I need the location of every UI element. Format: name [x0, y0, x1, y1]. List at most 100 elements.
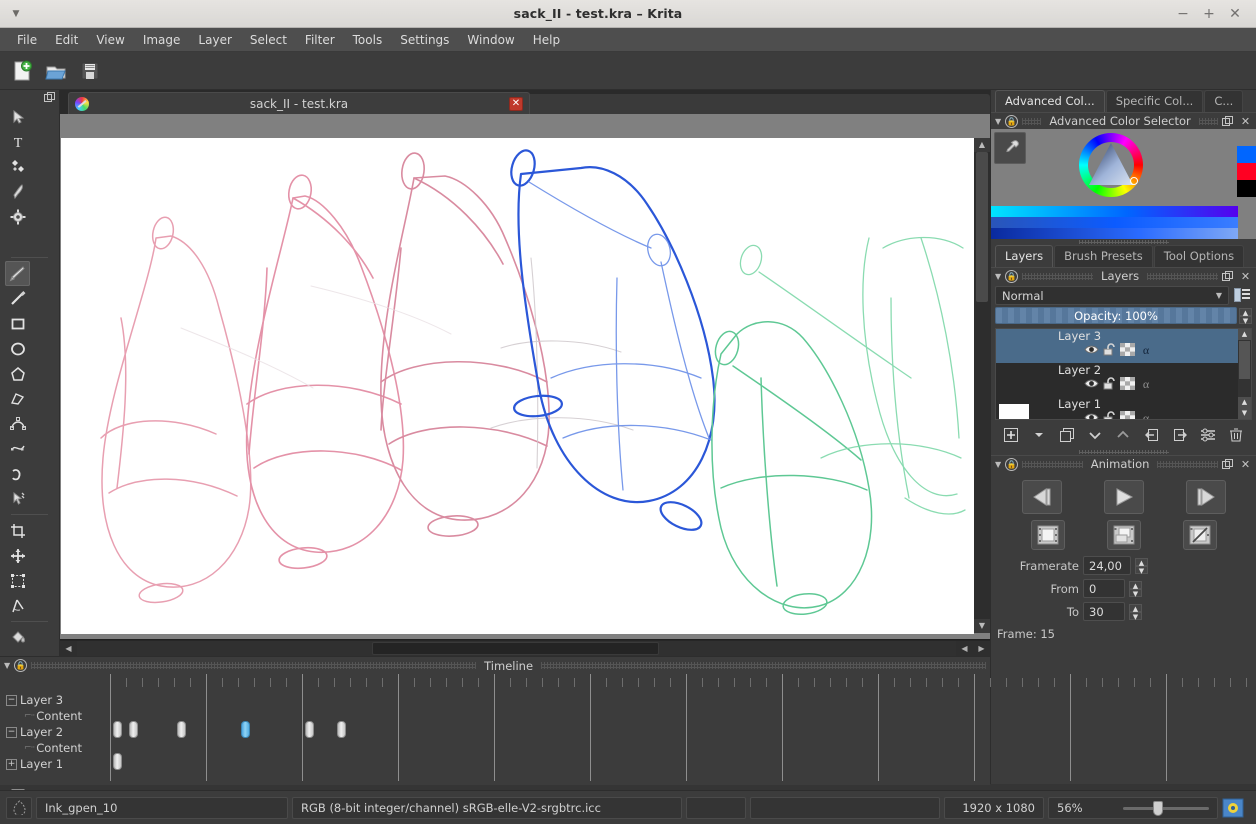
opacity-slider[interactable]: Opacity: 100%	[995, 307, 1237, 324]
menu-settings[interactable]: Settings	[391, 30, 458, 50]
timeline-content-row[interactable]: ⌐·· Content	[0, 740, 100, 756]
canvas-page[interactable]	[61, 138, 974, 634]
menu-tools[interactable]: Tools	[344, 30, 392, 50]
from-spinner[interactable]: ▲ ▼	[1129, 580, 1142, 598]
timeline-content-row[interactable]: ⌐·· Content	[0, 708, 100, 724]
layer-scroll-up-2[interactable]: ▲	[1238, 397, 1251, 408]
tab-layer-2[interactable]: Tool Options	[1153, 245, 1245, 267]
scroll-right-button[interactable]: ▶	[973, 640, 990, 656]
layer3-keyframe[interactable]	[337, 721, 346, 738]
unlock-icon[interactable]	[1103, 377, 1116, 390]
layer3-keyframe[interactable]	[305, 721, 314, 738]
collapse-arrow-icon[interactable]: ▼	[4, 661, 10, 670]
collapse-arrow-icon[interactable]: ▼	[995, 272, 1001, 281]
unlock-icon[interactable]	[1103, 411, 1116, 419]
layer3-keyframe[interactable]	[241, 721, 250, 738]
layer-list[interactable]: Layer 3 α Layer 2 α Layer 1 α ▲ ▲ ▼	[995, 328, 1252, 420]
canvas-horizontal-scrollbar[interactable]: ◀ ◀ ▶	[60, 639, 990, 656]
timeline-body[interactable]: − Layer 3 ⌐·· Content − Layer 2 ⌐·· Content + Lay…	[0, 674, 1247, 785]
dynamic-brush-tool[interactable]	[5, 461, 30, 486]
zoom-slider[interactable]	[1123, 800, 1209, 816]
tab-color-1[interactable]: Specific Col...	[1105, 90, 1204, 112]
menu-filter[interactable]: Filter	[296, 30, 344, 50]
canvas-vertical-scrollbar[interactable]: ▲ ▼	[974, 138, 990, 633]
close-docker-icon[interactable]: ✕	[1239, 270, 1252, 283]
from-input[interactable]: 0	[1083, 579, 1125, 598]
timeline-layer-row[interactable]: − Layer 3	[0, 692, 100, 708]
layer-scroll-thumb[interactable]	[1239, 341, 1250, 379]
framerate-input[interactable]: 24,00	[1083, 556, 1131, 575]
freehand-brush-tool[interactable]	[5, 261, 30, 286]
maximize-button[interactable]: +	[1196, 1, 1222, 27]
text-tool[interactable]: T	[5, 129, 30, 154]
layer-properties-icon[interactable]	[1232, 286, 1252, 305]
move-layer-right-button[interactable]	[1170, 425, 1189, 444]
add-layer-menu-button[interactable]	[1030, 425, 1049, 444]
menu-image[interactable]: Image	[134, 30, 190, 50]
horizontal-scroll-thumb[interactable]	[372, 641, 659, 655]
menu-view[interactable]: View	[87, 30, 133, 50]
opacity-spinner[interactable]: ▲ ▼	[1239, 307, 1252, 325]
gradient-edit-tool[interactable]	[5, 204, 30, 229]
bezier-curve-tool[interactable]	[5, 411, 30, 436]
timeline-grid[interactable]	[100, 674, 1247, 785]
eyedropper-icon[interactable]	[994, 132, 1026, 164]
new-frame-button[interactable]	[1030, 520, 1065, 550]
delete-frame-button[interactable]	[1182, 520, 1217, 550]
new-document-button[interactable]	[6, 55, 38, 87]
fill-tool[interactable]	[5, 625, 30, 650]
vertical-scroll-thumb[interactable]	[976, 152, 988, 302]
tab-layer-1[interactable]: Brush Presets	[1054, 245, 1153, 267]
scroll-up-button[interactable]: ▲	[974, 138, 990, 152]
shade-bar-2[interactable]	[991, 217, 1238, 228]
ellipse-tool[interactable]	[5, 336, 30, 361]
multibrush-tool[interactable]	[5, 486, 30, 511]
menu-file[interactable]: File	[8, 30, 46, 50]
layer3-keyframe[interactable]	[129, 721, 138, 738]
menu-select[interactable]: Select	[241, 30, 296, 50]
save-document-button[interactable]	[74, 55, 106, 87]
advanced-color-selector[interactable]	[991, 129, 1256, 239]
checkerboard-icon[interactable]	[1120, 377, 1135, 390]
eye-icon[interactable]	[1084, 344, 1099, 355]
polygon-tool[interactable]	[5, 361, 30, 386]
copy-frame-button[interactable]	[1106, 520, 1141, 550]
collapse-arrow-icon[interactable]: ▼	[995, 117, 1001, 126]
polyline-tool[interactable]	[5, 386, 30, 411]
blend-mode-select[interactable]: Normal ▼	[995, 286, 1229, 305]
tab-color-2[interactable]: C...	[1204, 90, 1244, 112]
lock-icon[interactable]: 🔒	[1005, 269, 1019, 283]
expander-toggle[interactable]: −	[6, 694, 17, 706]
canvas-tab-close-button[interactable]: ✕	[509, 96, 523, 111]
add-layer-button[interactable]	[1002, 425, 1021, 444]
expander-toggle[interactable]: −	[6, 726, 17, 738]
brush-preset-field[interactable]: Ink_gpen_10	[36, 796, 288, 819]
timeline-layer-row[interactable]: − Layer 2	[0, 724, 100, 740]
opacity-spin-up[interactable]: ▲	[1239, 307, 1252, 317]
move-layer-left-button[interactable]	[1142, 425, 1161, 444]
move-layer-down-button[interactable]	[1086, 425, 1105, 444]
float-docker-icon[interactable]	[1222, 115, 1235, 127]
transform-tool[interactable]	[5, 568, 30, 593]
canvas-pattern-icon[interactable]	[1222, 798, 1246, 818]
tab-color-0[interactable]: Advanced Col...	[995, 90, 1105, 112]
selection-mask-icon[interactable]	[6, 796, 32, 819]
color-swatch-3[interactable]	[1237, 180, 1256, 197]
zoom-control[interactable]: 56%	[1048, 796, 1218, 819]
layer-row[interactable]: Layer 1 α	[996, 397, 1251, 419]
move-layer-up-button[interactable]	[1114, 425, 1133, 444]
menu-edit[interactable]: Edit	[46, 30, 87, 50]
unlock-icon[interactable]	[1103, 343, 1116, 356]
to-input[interactable]: 30	[1083, 602, 1125, 621]
layer-properties-button[interactable]	[1198, 425, 1217, 444]
shade-bar-3[interactable]	[991, 228, 1238, 239]
delete-layer-button[interactable]	[1226, 425, 1245, 444]
timeline-layer-row[interactable]: + Layer 1	[0, 756, 100, 772]
menu-layer[interactable]: Layer	[189, 30, 240, 50]
color-swatch-1[interactable]	[1237, 146, 1256, 163]
window-menu-icon[interactable]: ▼	[0, 9, 26, 19]
duplicate-layer-button[interactable]	[1058, 425, 1077, 444]
menu-window[interactable]: Window	[458, 30, 523, 50]
canvas-viewport[interactable]: ▲ ▼ ◀ ◀ ▶	[60, 114, 990, 656]
opacity-spin-down[interactable]: ▼	[1239, 315, 1252, 325]
